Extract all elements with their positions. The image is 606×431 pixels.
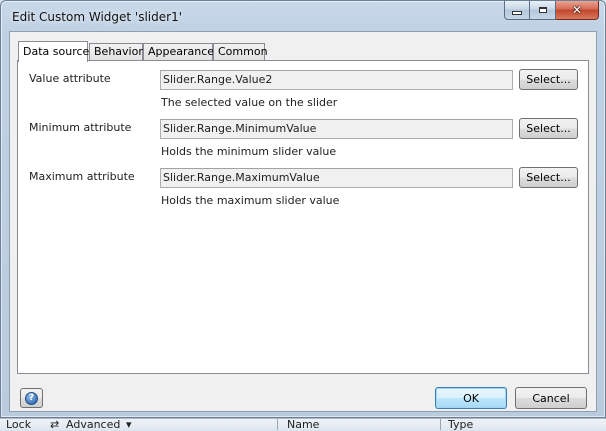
- help-icon: ?: [25, 391, 38, 405]
- close-icon: ✕: [571, 3, 583, 17]
- minimum-attribute-field[interactable]: Slider.Range.MinimumValue: [160, 119, 513, 139]
- value-attribute-label: Value attribute: [29, 72, 111, 85]
- maximize-button[interactable]: [530, 1, 556, 20]
- maximize-icon: [538, 7, 547, 13]
- maximum-attribute-label: Maximum attribute: [29, 170, 135, 183]
- background-lock-label: Lock: [6, 418, 32, 431]
- minimum-attribute-help: Holds the minimum slider value: [161, 145, 337, 158]
- tab-data-source[interactable]: Data source: [18, 41, 89, 62]
- title-bar[interactable]: Edit Custom Widget 'slider1' ✕: [1, 1, 605, 31]
- background-name-column: Name: [287, 418, 320, 431]
- background-toolbar: Lock ⇄ Advanced ▾ Name Type: [0, 418, 606, 430]
- minimum-attribute-label: Minimum attribute: [29, 121, 132, 134]
- column-separator: [277, 419, 278, 430]
- maximum-attribute-help: Holds the maximum slider value: [161, 194, 340, 207]
- value-attribute-select-button[interactable]: Select...: [519, 69, 578, 90]
- chevron-down-icon: ▾: [126, 418, 132, 431]
- edit-widget-dialog: Edit Custom Widget 'slider1' ✕ Data sour…: [0, 0, 606, 418]
- tab-behavior[interactable]: Behavior: [89, 43, 143, 61]
- caption-buttons: ✕: [504, 1, 599, 21]
- background-type-column: Type: [448, 418, 474, 431]
- help-button[interactable]: ?: [20, 388, 43, 408]
- cancel-button[interactable]: Cancel: [515, 387, 587, 409]
- background-advanced-label[interactable]: Advanced: [66, 419, 120, 430]
- value-attribute-field[interactable]: Slider.Range.Value2: [160, 70, 513, 90]
- tab-common[interactable]: Common: [213, 43, 268, 61]
- minimum-attribute-select-button[interactable]: Select...: [519, 118, 578, 139]
- close-button[interactable]: ✕: [556, 1, 599, 20]
- column-separator: [440, 419, 441, 430]
- maximum-attribute-field[interactable]: Slider.Range.MaximumValue: [160, 168, 513, 188]
- dialog-client-area: Data source Behavior Appearance Common V…: [9, 31, 597, 412]
- data-source-panel: Value attribute Slider.Range.Value2 Sele…: [17, 60, 589, 374]
- minimize-icon: [513, 12, 521, 14]
- value-attribute-help: The selected value on the slider: [161, 96, 338, 109]
- advanced-icon: ⇄: [50, 418, 60, 431]
- maximum-attribute-select-button[interactable]: Select...: [519, 167, 578, 188]
- dialog-title: Edit Custom Widget 'slider1': [12, 10, 182, 24]
- ok-button[interactable]: OK: [435, 387, 507, 409]
- minimize-button[interactable]: [504, 1, 530, 20]
- tab-appearance[interactable]: Appearance: [143, 43, 214, 61]
